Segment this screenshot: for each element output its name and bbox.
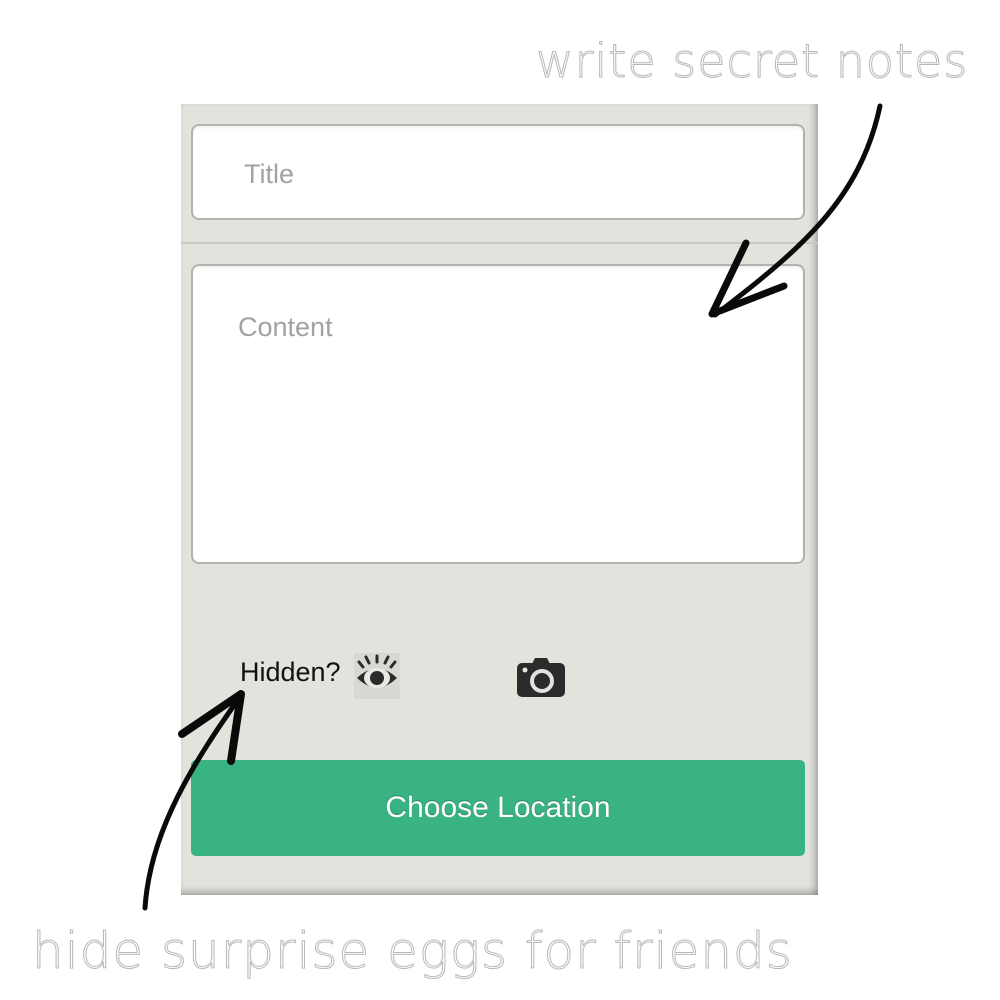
choose-location-button[interactable]: Choose Location <box>191 760 805 856</box>
hidden-label: Hidden? <box>240 657 341 687</box>
title-placeholder: Title <box>244 159 295 189</box>
caption-write-secret-notes: write secret notes <box>535 34 969 89</box>
title-input[interactable]: Title <box>191 124 805 220</box>
note-form-panel: Title Content Hidden? Choose Location <box>181 104 818 895</box>
camera-icon[interactable] <box>516 656 566 698</box>
caption-hide-surprise-eggs: hide surprise eggs for friends <box>32 922 793 981</box>
content-placeholder: Content <box>238 312 333 342</box>
eye-icon[interactable] <box>354 653 400 699</box>
content-textarea[interactable]: Content <box>191 264 805 564</box>
divider <box>181 242 818 244</box>
